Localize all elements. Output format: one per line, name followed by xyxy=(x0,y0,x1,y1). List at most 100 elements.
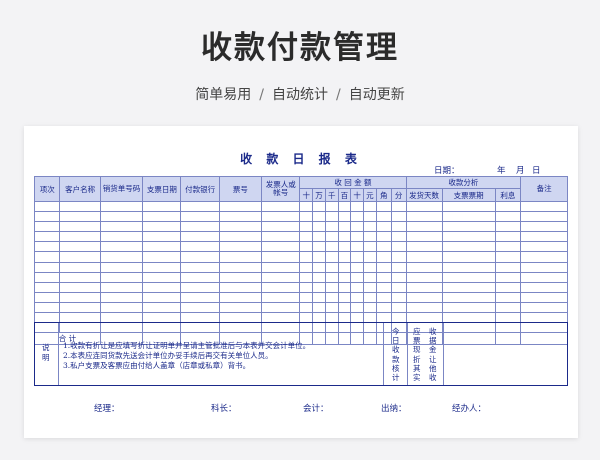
table-cell[interactable] xyxy=(33,200,61,213)
table-cell[interactable] xyxy=(441,211,496,223)
table-cell[interactable] xyxy=(99,221,144,233)
table-cell[interactable] xyxy=(405,221,443,233)
table-cell[interactable] xyxy=(218,291,263,303)
table-cell[interactable] xyxy=(363,200,377,213)
table-cell[interactable] xyxy=(441,291,496,303)
table-cell[interactable] xyxy=(520,271,568,283)
table-cell[interactable] xyxy=(59,221,101,233)
table-cell[interactable] xyxy=(218,231,263,243)
table-cell[interactable] xyxy=(59,241,101,253)
table-cell[interactable] xyxy=(350,211,365,223)
table-cell[interactable] xyxy=(405,200,443,213)
table-cell[interactable] xyxy=(494,301,522,314)
table-cell[interactable] xyxy=(405,211,443,223)
table-cell[interactable] xyxy=(405,271,443,283)
table-cell[interactable] xyxy=(375,271,392,283)
table-cell[interactable] xyxy=(299,221,314,233)
table-cell[interactable] xyxy=(520,301,568,314)
table-cell[interactable] xyxy=(180,281,220,293)
table-cell[interactable] xyxy=(299,261,314,273)
table-cell[interactable] xyxy=(99,251,144,263)
table-cell[interactable] xyxy=(99,231,144,243)
table-cell[interactable] xyxy=(390,231,407,243)
table-cell[interactable] xyxy=(390,200,407,213)
table-cell[interactable] xyxy=(299,251,314,263)
table-cell[interactable] xyxy=(363,301,377,314)
table-cell[interactable] xyxy=(441,200,496,213)
table-cell[interactable] xyxy=(299,211,314,223)
table-cell[interactable] xyxy=(390,271,407,283)
table-cell[interactable] xyxy=(405,251,443,263)
table-cell[interactable] xyxy=(324,231,339,243)
table-cell[interactable] xyxy=(494,251,522,263)
table-cell[interactable] xyxy=(218,261,263,273)
table-cell[interactable] xyxy=(261,231,301,243)
table-cell[interactable] xyxy=(337,301,352,314)
table-cell[interactable] xyxy=(142,291,182,303)
table-cell[interactable] xyxy=(441,231,496,243)
table-cell[interactable] xyxy=(390,221,407,233)
table-cell[interactable] xyxy=(337,211,352,223)
table-cell[interactable] xyxy=(337,200,352,213)
table-cell[interactable] xyxy=(99,291,144,303)
table-cell[interactable] xyxy=(520,221,568,233)
table-cell[interactable] xyxy=(218,281,263,293)
table-cell[interactable] xyxy=(494,211,522,223)
table-cell[interactable] xyxy=(337,281,352,293)
table-cell[interactable] xyxy=(350,291,365,303)
table-cell[interactable] xyxy=(350,261,365,273)
table-cell[interactable] xyxy=(59,251,101,263)
table-cell[interactable] xyxy=(180,221,220,233)
table-cell[interactable] xyxy=(312,231,326,243)
table-cell[interactable] xyxy=(350,200,365,213)
table-cell[interactable] xyxy=(520,261,568,273)
table-cell[interactable] xyxy=(312,221,326,233)
table-cell[interactable] xyxy=(375,200,392,213)
table-cell[interactable] xyxy=(363,261,377,273)
table-cell[interactable] xyxy=(180,231,220,243)
table-cell[interactable] xyxy=(261,221,301,233)
table-cell[interactable] xyxy=(180,241,220,253)
table-cell[interactable] xyxy=(520,291,568,303)
table-cell[interactable] xyxy=(494,200,522,213)
table-cell[interactable] xyxy=(441,261,496,273)
table-cell[interactable] xyxy=(350,241,365,253)
table-cell[interactable] xyxy=(299,271,314,283)
table-cell[interactable] xyxy=(299,241,314,253)
table-cell[interactable] xyxy=(390,301,407,314)
table-cell[interactable] xyxy=(494,231,522,243)
table-cell[interactable] xyxy=(375,211,392,223)
table-cell[interactable] xyxy=(261,271,301,283)
table-cell[interactable] xyxy=(375,231,392,243)
table-cell[interactable] xyxy=(337,231,352,243)
table-cell[interactable] xyxy=(520,211,568,223)
table-cell[interactable] xyxy=(363,211,377,223)
table-cell[interactable] xyxy=(441,301,496,314)
table-cell[interactable] xyxy=(142,200,182,213)
table-cell[interactable] xyxy=(337,241,352,253)
table-cell[interactable] xyxy=(324,211,339,223)
table-cell[interactable] xyxy=(375,281,392,293)
table-cell[interactable] xyxy=(363,281,377,293)
table-cell[interactable] xyxy=(180,301,220,314)
table-cell[interactable] xyxy=(33,221,61,233)
table-cell[interactable] xyxy=(261,251,301,263)
table-cell[interactable] xyxy=(180,251,220,263)
table-cell[interactable] xyxy=(33,291,61,303)
table-cell[interactable] xyxy=(363,231,377,243)
table-cell[interactable] xyxy=(99,301,144,314)
table-cell[interactable] xyxy=(261,261,301,273)
table-cell[interactable] xyxy=(441,281,496,293)
table-cell[interactable] xyxy=(33,241,61,253)
table-cell[interactable] xyxy=(363,251,377,263)
table-cell[interactable] xyxy=(299,231,314,243)
table-cell[interactable] xyxy=(390,281,407,293)
table-cell[interactable] xyxy=(350,271,365,283)
table-cell[interactable] xyxy=(33,231,61,243)
table-cell[interactable] xyxy=(375,301,392,314)
table-cell[interactable] xyxy=(142,251,182,263)
table-cell[interactable] xyxy=(59,271,101,283)
table-cell[interactable] xyxy=(33,271,61,283)
table-cell[interactable] xyxy=(33,251,61,263)
table-cell[interactable] xyxy=(324,241,339,253)
